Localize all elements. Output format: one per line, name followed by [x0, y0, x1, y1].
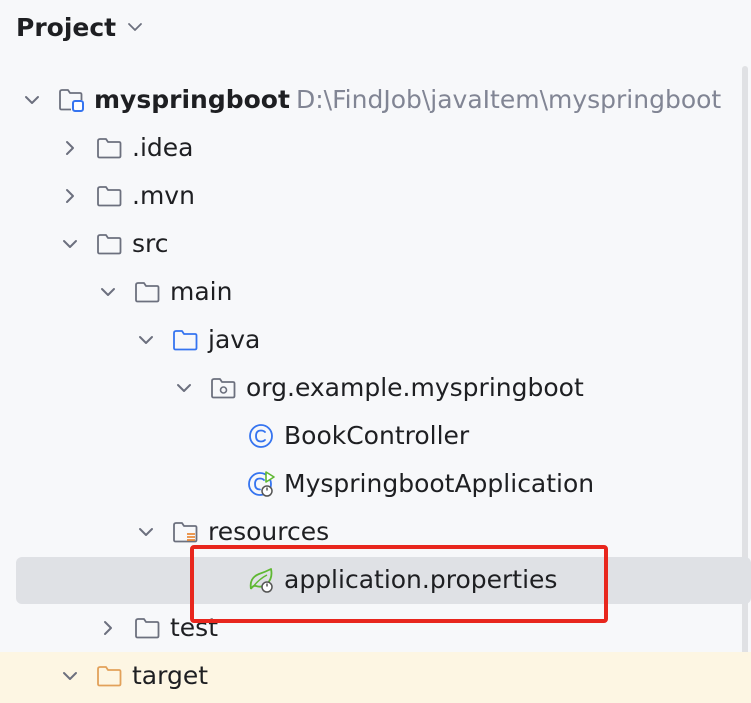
tree-row-bookcontroller[interactable]: BookController	[0, 414, 751, 458]
chevron-down-icon[interactable]	[134, 328, 158, 352]
tree-item-label: MyspringbootApplication	[284, 469, 595, 498]
tree-item-label: .idea	[132, 133, 194, 162]
resources-folder-icon	[173, 522, 198, 543]
tree-row-org-example-myspringboot[interactable]: org.example.myspringboot	[0, 366, 751, 410]
chevron-down-icon[interactable]	[172, 376, 196, 400]
spring-boot-app-icon	[248, 471, 275, 497]
tree-row-application-properties[interactable]: application.properties	[0, 558, 751, 602]
tree-item-label: org.example.myspringboot	[246, 373, 584, 402]
folder-icon	[97, 138, 122, 159]
tree-item-label: main	[170, 277, 233, 306]
chevron-right-icon[interactable]	[58, 136, 82, 160]
tree-item-label: .mvn	[132, 181, 195, 210]
excluded-folder-icon	[97, 666, 122, 687]
tree-item-label: target	[132, 661, 209, 690]
tree-item-label: BookController	[284, 421, 470, 450]
chevron-down-icon[interactable]	[58, 232, 82, 256]
chevron-right-icon[interactable]	[96, 616, 120, 640]
tree-row-java[interactable]: java	[0, 318, 751, 362]
chevron-right-icon[interactable]	[58, 184, 82, 208]
chevron-down-icon[interactable]	[96, 280, 120, 304]
spring-properties-icon	[249, 568, 273, 593]
tree-row-myspringbootapplication[interactable]: MyspringbootApplication	[0, 462, 751, 506]
folder-icon	[135, 618, 160, 639]
tree-row-target[interactable]: target	[0, 654, 751, 698]
folder-icon	[97, 186, 122, 207]
tree-row-main[interactable]: main	[0, 270, 751, 314]
tree-row-mvn[interactable]: .mvn	[0, 174, 751, 218]
tree-row-test[interactable]: test	[0, 606, 751, 650]
folder-icon	[135, 282, 160, 303]
class-icon	[249, 424, 273, 448]
project-tree: myspringboot D:\FindJob\javaItem\myspring…	[0, 0, 751, 703]
source-folder-icon	[173, 330, 198, 351]
tree-item-label: src	[132, 229, 169, 258]
tree-item-label: java	[208, 325, 261, 354]
tree-item-label: myspringboot	[94, 85, 290, 114]
tree-item-label: resources	[208, 517, 330, 546]
tree-row-myspringboot[interactable]: myspringboot D:\FindJob\javaItem\myspring…	[0, 78, 751, 122]
tree-row-resources[interactable]: resources	[0, 510, 751, 554]
tree-item-label: test	[170, 613, 219, 642]
tree-row-idea[interactable]: .idea	[0, 126, 751, 170]
folder-icon	[97, 234, 122, 255]
chevron-down-icon[interactable]	[134, 520, 158, 544]
chevron-down-icon[interactable]	[20, 88, 44, 112]
tree-row-src[interactable]: src	[0, 222, 751, 266]
chevron-down-icon[interactable]	[58, 664, 82, 688]
package-icon	[211, 378, 236, 399]
module-path: D:\FindJob\javaItem\myspringboot	[296, 85, 722, 114]
module-icon	[59, 89, 84, 112]
tree-item-label: application.properties	[284, 565, 558, 594]
